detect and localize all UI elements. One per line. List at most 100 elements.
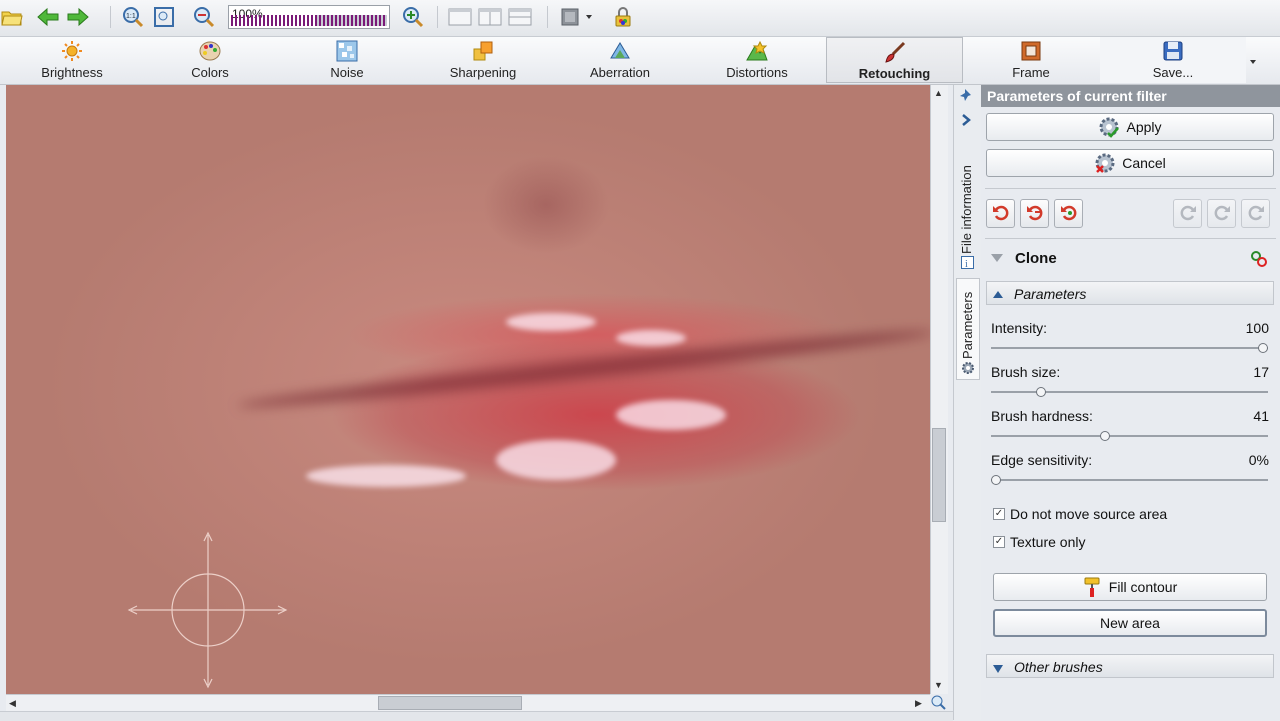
tab-retouching[interactable]: Retouching — [826, 37, 963, 83]
intensity-slider-track[interactable] — [991, 347, 1268, 349]
distortions-icon — [746, 40, 768, 62]
edge-sensitivity-slider-handle[interactable] — [991, 475, 1001, 485]
redo-step-button[interactable] — [1207, 199, 1236, 228]
intensity-label: Intensity: — [991, 320, 1048, 336]
section-title: Parameters — [1014, 286, 1087, 302]
toolbar-divider — [437, 6, 438, 28]
do-not-move-source-checkbox[interactable]: ✓ — [993, 508, 1005, 520]
info-icon: i — [961, 256, 974, 272]
horizontal-split-view-icon[interactable] — [508, 5, 532, 29]
tab-aberration[interactable]: Aberration — [580, 37, 660, 83]
tab-label: Noise — [330, 65, 364, 80]
split-view-icon[interactable] — [478, 5, 502, 29]
tab-distortions[interactable]: Distortions — [717, 37, 797, 83]
zoom-actual-size-icon[interactable]: 1:1 — [121, 5, 145, 29]
redo-icon — [1246, 202, 1266, 225]
brush-hardness-slider-track[interactable] — [991, 435, 1268, 437]
zoom-level-remaining — [316, 15, 387, 26]
brush-hardness-label: Brush hardness: — [991, 408, 1093, 424]
tool-clone-row[interactable]: Clone — [986, 244, 1274, 274]
lip-highlight — [506, 313, 596, 331]
open-folder-icon[interactable] — [0, 5, 24, 29]
expand-triangle-icon — [992, 288, 1004, 303]
brush-size-label: Brush size: — [991, 364, 1061, 380]
divider — [985, 188, 1276, 189]
noise-icon — [336, 40, 358, 62]
back-arrow-icon[interactable] — [36, 5, 60, 29]
photo-canvas[interactable] — [6, 85, 930, 694]
do-not-move-source-label: Do not move source area — [1010, 506, 1168, 522]
new-area-button[interactable]: New area — [993, 609, 1267, 637]
forward-arrow-icon[interactable] — [66, 5, 90, 29]
edge-sensitivity-label: Edge sensitivity: — [991, 452, 1093, 468]
intensity-value: 100 — [1245, 320, 1269, 336]
edge-sensitivity-slider-track[interactable] — [991, 479, 1268, 481]
tab-file-information[interactable]: File information i — [956, 140, 978, 270]
horizontal-scroll-thumb[interactable] — [378, 696, 522, 710]
tab-noise[interactable]: Noise — [307, 37, 387, 83]
scroll-left-icon[interactable]: ◀ — [9, 698, 16, 709]
lip-highlight — [616, 400, 726, 430]
tab-sharpening[interactable]: Sharpening — [442, 37, 524, 83]
fit-to-window-icon[interactable] — [152, 5, 176, 29]
zoom-in-icon[interactable] — [401, 5, 425, 29]
fill-contour-button[interactable]: Fill contour — [993, 573, 1267, 601]
tab-frame[interactable]: Frame — [991, 37, 1071, 83]
tab-label: Brightness — [41, 65, 103, 80]
divider — [985, 238, 1276, 239]
brush-icon — [884, 41, 906, 63]
undo-button[interactable] — [986, 199, 1015, 228]
vertical-scroll-thumb[interactable] — [932, 428, 946, 522]
collapse-panel-icon[interactable] — [959, 113, 973, 130]
pin-icon[interactable] — [959, 87, 975, 106]
section-title: Other brushes — [1014, 659, 1103, 675]
scroll-down-icon[interactable]: ▼ — [934, 680, 943, 690]
navigator-icon[interactable] — [930, 694, 947, 711]
tab-parameters[interactable]: Parameters — [956, 278, 980, 380]
lip-highlight — [616, 330, 686, 346]
chevron-down-icon[interactable] — [1248, 55, 1258, 70]
tab-save[interactable]: Save... — [1100, 37, 1246, 83]
tab-label: Save... — [1152, 65, 1194, 80]
sun-icon — [61, 40, 83, 62]
brush-size-slider-track[interactable] — [991, 391, 1268, 393]
texture-only-label: Texture only — [1010, 534, 1086, 550]
texture-only-checkbox[interactable]: ✓ — [993, 536, 1005, 548]
tab-colors[interactable]: Colors — [170, 37, 250, 83]
frame-icon — [1020, 40, 1042, 62]
lock-icon[interactable] — [611, 5, 635, 29]
collapse-triangle-icon — [990, 252, 1004, 267]
intensity-slider-handle[interactable] — [1258, 343, 1268, 353]
cancel-button[interactable]: Cancel — [986, 149, 1274, 177]
tab-brightness[interactable]: Brightness — [32, 37, 112, 83]
apply-gear-icon — [1098, 116, 1120, 138]
fill-contour-label: Fill contour — [1108, 579, 1178, 595]
redo-all-icon — [1178, 202, 1198, 225]
undo-step-icon — [1025, 202, 1045, 225]
single-view-icon[interactable] — [448, 5, 472, 29]
cancel-label: Cancel — [1122, 155, 1166, 171]
redo-all-button[interactable] — [1173, 199, 1202, 228]
zoom-slider[interactable]: 100% — [228, 5, 390, 29]
zoom-out-icon[interactable] — [192, 5, 216, 29]
chevron-down-icon[interactable] — [582, 5, 596, 29]
background-color-icon[interactable] — [558, 5, 582, 29]
lip-line-shading — [236, 323, 930, 415]
vertical-scrollbar[interactable] — [930, 85, 948, 694]
parameters-section-header[interactable]: Parameters — [986, 281, 1274, 305]
apply-button[interactable]: Apply — [986, 113, 1274, 141]
clone-tool-icon[interactable] — [1250, 250, 1268, 271]
new-area-label: New area — [1100, 615, 1160, 631]
undo-all-button[interactable] — [1054, 199, 1083, 228]
redo-button[interactable] — [1241, 199, 1270, 228]
tab-label: Frame — [1012, 65, 1050, 80]
tab-label: File information — [959, 165, 974, 254]
scroll-up-icon[interactable]: ▲ — [934, 88, 943, 98]
tab-label: Sharpening — [449, 65, 517, 80]
other-brushes-section-header[interactable]: Other brushes — [986, 654, 1274, 678]
scroll-right-icon[interactable]: ▶ — [915, 698, 922, 709]
undo-icon — [991, 202, 1011, 225]
cancel-gear-icon — [1094, 152, 1116, 174]
palette-icon — [199, 40, 221, 62]
undo-step-button[interactable] — [1020, 199, 1049, 228]
